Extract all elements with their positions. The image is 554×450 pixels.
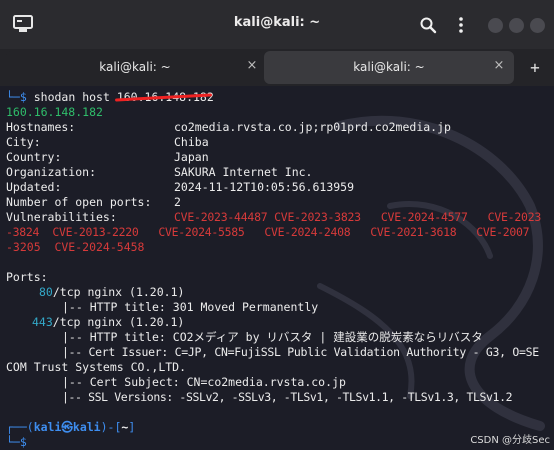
port-443-cert-issuer-cont: COM Trust Systems CO.,LTD. xyxy=(6,360,187,374)
prompt-user: kali㉿kali xyxy=(33,420,101,434)
port-443-cert-issuer: |-- Cert Issuer: C=JP, CN=FujiSSL Public… xyxy=(62,345,539,359)
ports-label: Ports: xyxy=(6,270,48,284)
search-icon[interactable] xyxy=(419,16,437,34)
row-key: Updated: xyxy=(6,180,62,194)
row-key: Country: xyxy=(6,150,62,164)
command-text: shodan host xyxy=(33,90,117,104)
row-key: Hostnames: xyxy=(6,120,76,134)
prompt-box: └─ xyxy=(6,435,20,449)
tab-label: kali@kali: ~ xyxy=(99,60,171,74)
tab-label: kali@kali: ~ xyxy=(353,60,425,74)
port-80-http-title: |-- HTTP title: 301 Moved Permanently xyxy=(62,300,319,314)
prompt-box: └─ xyxy=(6,90,20,104)
prompt-end: ] xyxy=(128,420,136,434)
port-443-ssl-versions: |-- SSL Versions: -SSLv2, -SSLv3, -TLSv1… xyxy=(62,390,513,404)
title-bar: kali@kali: ~ xyxy=(0,0,554,49)
port-service: nginx (1.20.1) xyxy=(80,315,185,329)
input-line[interactable]: └─$ xyxy=(6,435,27,450)
prompt-open: ┌──( xyxy=(6,420,34,434)
port-443-http-title: |-- HTTP title: CO2メディア by リバスタ | 建設業の脱炭… xyxy=(62,330,483,344)
row-value: 2 xyxy=(174,195,181,209)
csdn-watermark: CSDN @分歧Sec xyxy=(470,435,550,446)
tab-1[interactable]: kali@kali: ~ × xyxy=(6,51,264,84)
close-icon[interactable]: × xyxy=(245,59,259,73)
close-icon[interactable]: × xyxy=(492,59,506,73)
vuln-list-1: CVE-2023-44487 CVE-2023-3823 CVE-2024-45… xyxy=(174,210,542,224)
row-value: co2media.rvsta.co.jp;rp01prd.co2media.jp xyxy=(174,120,451,134)
port-number: 80 xyxy=(39,285,53,299)
vuln-list-3: -3205 CVE-2024-5458 xyxy=(6,240,145,254)
port-proto: /tcp xyxy=(52,285,81,299)
maximize-button[interactable] xyxy=(509,18,524,33)
minimize-button[interactable] xyxy=(488,18,503,33)
vuln-label: Vulnerabilities: xyxy=(6,210,117,224)
tab-bar: kali@kali: ~ × kali@kali: ~ × + xyxy=(0,49,554,86)
kebab-menu-icon[interactable] xyxy=(458,16,464,34)
port-443-cert-subject: |-- Cert Subject: CN=co2media.rvsta.co.j… xyxy=(62,375,346,389)
prompt-dollar: $ xyxy=(19,435,27,449)
port-80: 80/tcp nginx (1.20.1) xyxy=(39,285,184,300)
terminal-output[interactable]: └─$ shodan host 160.16.148.182 160.16.14… xyxy=(0,86,554,450)
close-window-button[interactable] xyxy=(530,18,545,33)
prompt-dollar: $ xyxy=(19,90,27,104)
ip-address: 160.16.148.182 xyxy=(6,105,103,119)
window-title: kali@kali: ~ xyxy=(233,15,321,30)
port-proto: /tcp xyxy=(52,315,81,329)
port-443: 443/tcp nginx (1.20.1) xyxy=(32,315,184,330)
prompt-close: )-[ xyxy=(100,420,122,434)
tab-2-active[interactable]: kali@kali: ~ × xyxy=(264,51,514,84)
plus-icon[interactable]: + xyxy=(526,59,544,77)
port-service: nginx (1.20.1) xyxy=(80,285,185,299)
row-key: Number of open ports: xyxy=(6,195,152,209)
prompt-line: ┌──(kali㉿kali)-[~] xyxy=(6,420,135,435)
row-value: SAKURA Internet Inc. xyxy=(174,165,313,179)
row-key: Organization: xyxy=(6,165,97,179)
vuln-list-2: -3824 CVE-2013-2220 CVE-2024-5585 CVE-20… xyxy=(6,225,530,239)
info-row: Hostnames: xyxy=(6,120,75,135)
row-value: 2024-11-12T10:05:56.613959 xyxy=(174,180,355,194)
terminal-window: kali@kali: ~ kali@kali: ~ × kali@kali: ~… xyxy=(0,0,554,450)
port-number: 443 xyxy=(32,315,53,329)
row-value: Chiba xyxy=(174,135,209,149)
row-value: Japan xyxy=(174,150,209,164)
row-key: City: xyxy=(6,135,41,149)
